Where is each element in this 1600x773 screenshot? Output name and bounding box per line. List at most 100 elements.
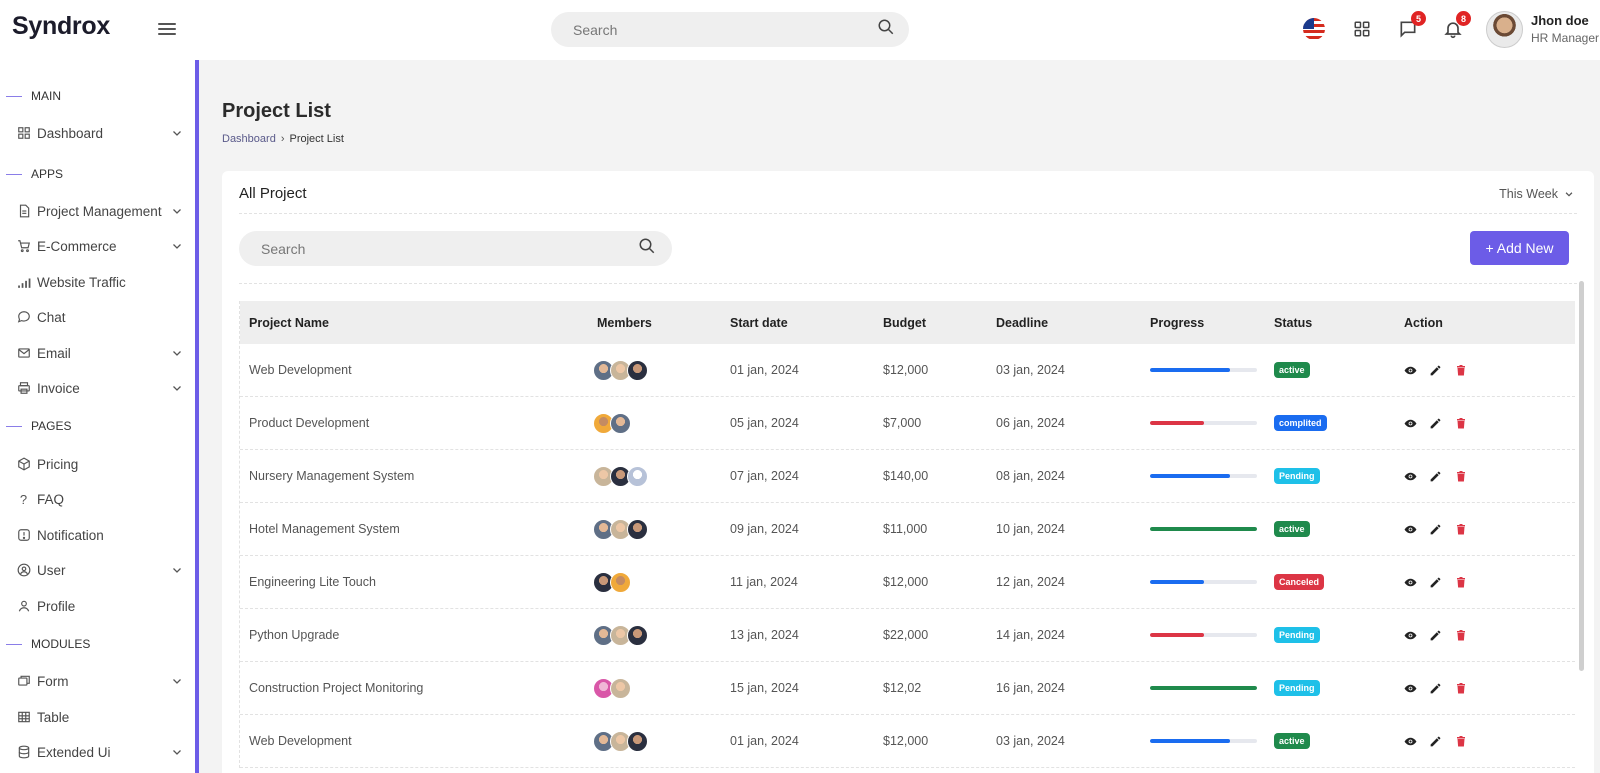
delete-trash-icon[interactable] bbox=[1454, 735, 1467, 748]
project-name[interactable]: Engineering Lite Touch bbox=[249, 556, 376, 608]
table-row[interactable]: Web Development 01 jan, 2024 $12,000 03 … bbox=[240, 344, 1575, 397]
user-avatar[interactable] bbox=[1486, 11, 1523, 48]
sidebar-item-website-traffic[interactable]: Website Traffic bbox=[16, 269, 187, 295]
table-row[interactable]: Python Upgrade 13 jan, 2024 $22,000 14 j… bbox=[240, 609, 1575, 662]
sidebar-item-profile[interactable]: Profile bbox=[16, 593, 187, 619]
sidebar-item-invoice[interactable]: Invoice bbox=[16, 375, 187, 401]
view-eye-icon[interactable] bbox=[1404, 682, 1417, 695]
menu-toggle-icon[interactable] bbox=[158, 20, 176, 38]
deadline: 06 jan, 2024 bbox=[996, 416, 1065, 430]
delete-trash-icon[interactable] bbox=[1454, 470, 1467, 483]
edit-pencil-icon[interactable] bbox=[1429, 523, 1442, 536]
sidebar-item-project-management[interactable]: Project Management bbox=[16, 198, 187, 224]
sidebar-item-table[interactable]: Table bbox=[16, 704, 187, 730]
edit-pencil-icon[interactable] bbox=[1429, 470, 1442, 483]
breadcrumb-home-link[interactable]: Dashboard bbox=[222, 133, 276, 145]
sidebar-item-notification[interactable]: Notification bbox=[16, 522, 187, 548]
table-header: Project Name Members Start date Budget D… bbox=[240, 301, 1575, 344]
search-icon[interactable] bbox=[638, 237, 656, 260]
apps-grid-icon[interactable] bbox=[1350, 17, 1374, 41]
member-avatar[interactable] bbox=[610, 677, 631, 699]
status-badge-cell: Pending bbox=[1274, 662, 1320, 714]
sidebar-item-user[interactable]: User bbox=[16, 557, 187, 583]
status-badge-cell: complited bbox=[1274, 397, 1327, 449]
sidebar-item-label: Form bbox=[37, 673, 69, 689]
sidebar-item-email[interactable]: Email bbox=[16, 340, 187, 366]
table-scrollbar[interactable] bbox=[1579, 281, 1584, 671]
table-row[interactable]: Nursery Management System 07 jan, 2024 $… bbox=[240, 450, 1575, 503]
member-avatar[interactable] bbox=[627, 518, 648, 540]
period-filter-dropdown[interactable]: This Week bbox=[1499, 187, 1574, 201]
row-actions bbox=[1404, 503, 1467, 555]
progress-bar bbox=[1150, 662, 1257, 714]
table-row[interactable]: Hotel Management System 09 jan, 2024 $11… bbox=[240, 503, 1575, 556]
view-eye-icon[interactable] bbox=[1404, 417, 1417, 430]
edit-pencil-icon[interactable] bbox=[1429, 629, 1442, 642]
member-avatar[interactable] bbox=[610, 571, 631, 593]
member-avatar[interactable] bbox=[627, 465, 648, 487]
view-eye-icon[interactable] bbox=[1404, 364, 1417, 377]
budget: $12,000 bbox=[883, 734, 929, 748]
sidebar-item-dashboard[interactable]: Dashboard bbox=[16, 120, 187, 146]
project-name[interactable]: Web Development bbox=[249, 344, 352, 396]
table-row[interactable]: Product Development 05 jan, 2024 $7,000 … bbox=[240, 397, 1575, 450]
member-avatar[interactable] bbox=[627, 624, 648, 646]
language-flag-icon[interactable] bbox=[1303, 18, 1325, 40]
delete-trash-icon[interactable] bbox=[1454, 682, 1467, 695]
edit-pencil-icon[interactable] bbox=[1429, 364, 1442, 377]
project-name[interactable]: Product Development bbox=[249, 397, 369, 449]
sidebar-item-chat[interactable]: Chat bbox=[16, 304, 187, 330]
messages-icon[interactable]: 5 bbox=[1396, 11, 1426, 41]
view-eye-icon[interactable] bbox=[1404, 629, 1417, 642]
table-row[interactable]: Construction Project Monitoring 15 jan, … bbox=[240, 662, 1575, 715]
column-header-progress[interactable]: Progress bbox=[1150, 301, 1204, 344]
sidebar-item-pricing[interactable]: Pricing bbox=[16, 451, 187, 477]
app-logo[interactable]: Syndrox bbox=[12, 12, 110, 41]
sidebar-item-label: User bbox=[37, 562, 66, 578]
search-icon[interactable] bbox=[877, 18, 895, 41]
add-new-button[interactable]: + Add New bbox=[1470, 231, 1569, 265]
project-name[interactable]: Python Upgrade bbox=[249, 609, 339, 661]
delete-trash-icon[interactable] bbox=[1454, 576, 1467, 589]
column-header-project-name[interactable]: Project Name bbox=[249, 301, 329, 344]
status-badge: Canceled bbox=[1274, 574, 1325, 590]
edit-pencil-icon[interactable] bbox=[1429, 417, 1442, 430]
view-eye-icon[interactable] bbox=[1404, 523, 1417, 536]
budget: $22,000 bbox=[883, 628, 929, 642]
header-search-input[interactable] bbox=[573, 21, 877, 38]
project-list-card: All Project This Week + Add New Project … bbox=[222, 171, 1594, 773]
user-name[interactable]: Jhon doe bbox=[1531, 13, 1589, 28]
project-name[interactable]: Nursery Management System bbox=[249, 450, 414, 502]
delete-trash-icon[interactable] bbox=[1454, 629, 1467, 642]
column-header-status[interactable]: Status bbox=[1274, 301, 1312, 344]
member-avatar[interactable] bbox=[627, 359, 648, 381]
delete-trash-icon[interactable] bbox=[1454, 364, 1467, 377]
project-name[interactable]: Construction Project Monitoring bbox=[249, 662, 423, 714]
project-name[interactable]: Hotel Management System bbox=[249, 503, 400, 555]
sidebar-item-ecommerce[interactable]: E-Commerce bbox=[16, 233, 187, 259]
header-search bbox=[551, 12, 909, 47]
column-header-budget[interactable]: Budget bbox=[883, 301, 926, 344]
delete-trash-icon[interactable] bbox=[1454, 417, 1467, 430]
project-name[interactable]: Web Development bbox=[249, 715, 352, 767]
view-eye-icon[interactable] bbox=[1404, 735, 1417, 748]
column-header-deadline[interactable]: Deadline bbox=[996, 301, 1048, 344]
view-eye-icon[interactable] bbox=[1404, 576, 1417, 589]
notifications-bell-icon[interactable]: 8 bbox=[1441, 11, 1471, 41]
project-search-input[interactable] bbox=[261, 240, 638, 257]
table-body: Web Development 01 jan, 2024 $12,000 03 … bbox=[240, 344, 1575, 768]
delete-trash-icon[interactable] bbox=[1454, 523, 1467, 536]
edit-pencil-icon[interactable] bbox=[1429, 576, 1442, 589]
sidebar-item-extended-ui[interactable]: Extended Ui bbox=[16, 739, 187, 765]
member-avatar[interactable] bbox=[610, 412, 631, 434]
sidebar-item-faq[interactable]: ? FAQ bbox=[16, 486, 187, 512]
member-avatar[interactable] bbox=[627, 730, 648, 752]
view-eye-icon[interactable] bbox=[1404, 470, 1417, 483]
column-header-start-date[interactable]: Start date bbox=[730, 301, 788, 344]
edit-pencil-icon[interactable] bbox=[1429, 682, 1442, 695]
edit-pencil-icon[interactable] bbox=[1429, 735, 1442, 748]
table-row[interactable]: Engineering Lite Touch 11 jan, 2024 $12,… bbox=[240, 556, 1575, 609]
sidebar-item-form[interactable]: Form bbox=[16, 668, 187, 694]
column-header-members[interactable]: Members bbox=[597, 301, 652, 344]
table-row[interactable]: Web Development 01 jan, 2024 $12,000 03 … bbox=[240, 715, 1575, 768]
